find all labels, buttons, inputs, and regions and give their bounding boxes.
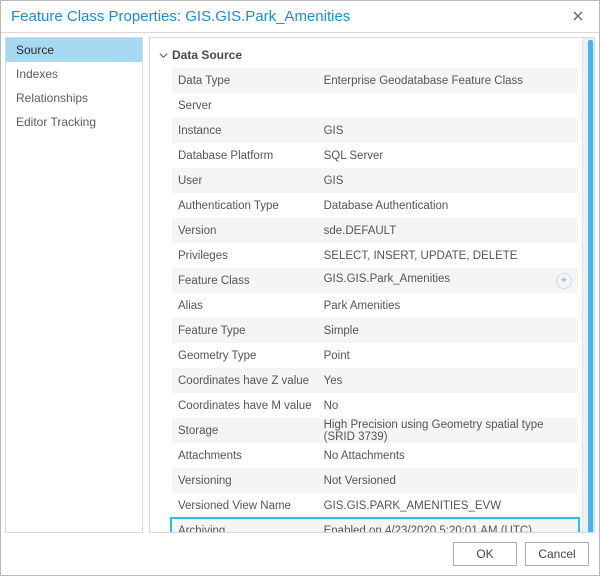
table-row: VersioningNot Versioned — [172, 468, 578, 493]
property-key: Feature Class — [172, 268, 318, 293]
property-key: Database Platform — [172, 143, 318, 168]
table-row: Versionsde.DEFAULT — [172, 218, 578, 243]
table-row: Authentication TypeDatabase Authenticati… — [172, 193, 578, 218]
property-key: User — [172, 168, 318, 193]
scrollbar-thumb[interactable] — [588, 40, 593, 533]
property-key: Privileges — [172, 243, 318, 268]
chevron-down-icon — [158, 51, 168, 60]
dialog-footer: OK Cancel — [1, 533, 599, 575]
cancel-button[interactable]: Cancel — [525, 542, 589, 566]
property-key: Attachments — [172, 443, 318, 468]
feature-class-icon[interactable]: ⌖ — [556, 273, 572, 289]
property-value: Enabled on 4/23/2020 5:20:01 AM (UTC). — [318, 518, 578, 532]
property-value: SELECT, INSERT, UPDATE, DELETE — [318, 243, 578, 268]
property-key: Versioning — [172, 468, 318, 493]
table-row: StorageHigh Precision using Geometry spa… — [172, 418, 578, 443]
property-key: Data Type — [172, 68, 318, 93]
section-header[interactable]: Data Source — [158, 44, 578, 68]
property-key: Instance — [172, 118, 318, 143]
property-value: No Attachments — [318, 443, 578, 468]
property-key: Storage — [172, 418, 318, 443]
property-key: Authentication Type — [172, 193, 318, 218]
table-row: ArchivingEnabled on 4/23/2020 5:20:01 AM… — [172, 518, 578, 532]
close-button[interactable] — [565, 6, 591, 28]
dialog-title: Feature Class Properties: GIS.GIS.Park_A… — [11, 8, 565, 25]
property-value: No — [318, 393, 578, 418]
dialog: Feature Class Properties: GIS.GIS.Park_A… — [0, 0, 600, 576]
sidebar-item-editor-tracking[interactable]: Editor Tracking — [6, 110, 142, 134]
table-row: UserGIS — [172, 168, 578, 193]
sidebar-item-source[interactable]: Source — [6, 38, 142, 62]
table-row: AliasPark Amenities — [172, 293, 578, 318]
property-value: Park Amenities — [318, 293, 578, 318]
table-row: Data TypeEnterprise Geodatabase Feature … — [172, 68, 578, 93]
table-row: Coordinates have Z valueYes — [172, 368, 578, 393]
property-value: Database Authentication — [318, 193, 578, 218]
table-row: PrivilegesSELECT, INSERT, UPDATE, DELETE — [172, 243, 578, 268]
property-value: Point — [318, 343, 578, 368]
table-row: Feature TypeSimple — [172, 318, 578, 343]
property-value: sde.DEFAULT — [318, 218, 578, 243]
property-key: Archiving — [172, 518, 318, 532]
main-panel: Data Source Data TypeEnterprise Geodatab… — [149, 37, 595, 533]
property-value: GIS.GIS.Park_Amenities⌖ — [318, 268, 578, 293]
ok-button[interactable]: OK — [453, 542, 517, 566]
sidebar-item-relationships[interactable]: Relationships — [6, 86, 142, 110]
section-title: Data Source — [172, 48, 242, 62]
property-value: SQL Server — [318, 143, 578, 168]
property-key: Geometry Type — [172, 343, 318, 368]
property-key: Server — [172, 93, 318, 118]
property-key: Alias — [172, 293, 318, 318]
table-row: AttachmentsNo Attachments — [172, 443, 578, 468]
table-row: Feature ClassGIS.GIS.Park_Amenities⌖ — [172, 268, 578, 293]
property-value: GIS.GIS.PARK_AMENITIES_EVW — [318, 493, 578, 518]
property-value: High Precision using Geometry spatial ty… — [318, 418, 578, 443]
sidebar: SourceIndexesRelationshipsEditor Trackin… — [5, 37, 143, 533]
table-row: Coordinates have M valueNo — [172, 393, 578, 418]
titlebar: Feature Class Properties: GIS.GIS.Park_A… — [1, 1, 599, 33]
table-row: Versioned View NameGIS.GIS.PARK_AMENITIE… — [172, 493, 578, 518]
property-key: Coordinates have M value — [172, 393, 318, 418]
property-key: Version — [172, 218, 318, 243]
property-value: Simple — [318, 318, 578, 343]
property-value: GIS — [318, 118, 578, 143]
table-row: Geometry TypePoint — [172, 343, 578, 368]
property-value: Not Versioned — [318, 468, 578, 493]
property-value: Yes — [318, 368, 578, 393]
property-value: Enterprise Geodatabase Feature Class — [318, 68, 578, 93]
main-scroll-area[interactable]: Data Source Data TypeEnterprise Geodatab… — [150, 38, 582, 532]
properties-table: Data TypeEnterprise Geodatabase Feature … — [172, 68, 578, 532]
property-key: Coordinates have Z value — [172, 368, 318, 393]
table-row: Server — [172, 93, 578, 118]
table-row: InstanceGIS — [172, 118, 578, 143]
table-row: Database PlatformSQL Server — [172, 143, 578, 168]
close-icon — [573, 10, 583, 24]
scrollbar-track[interactable] — [582, 38, 594, 532]
property-value: GIS — [318, 168, 578, 193]
property-key: Versioned View Name — [172, 493, 318, 518]
property-key: Feature Type — [172, 318, 318, 343]
property-value — [318, 93, 578, 118]
sidebar-item-indexes[interactable]: Indexes — [6, 62, 142, 86]
dialog-body: SourceIndexesRelationshipsEditor Trackin… — [1, 33, 599, 533]
